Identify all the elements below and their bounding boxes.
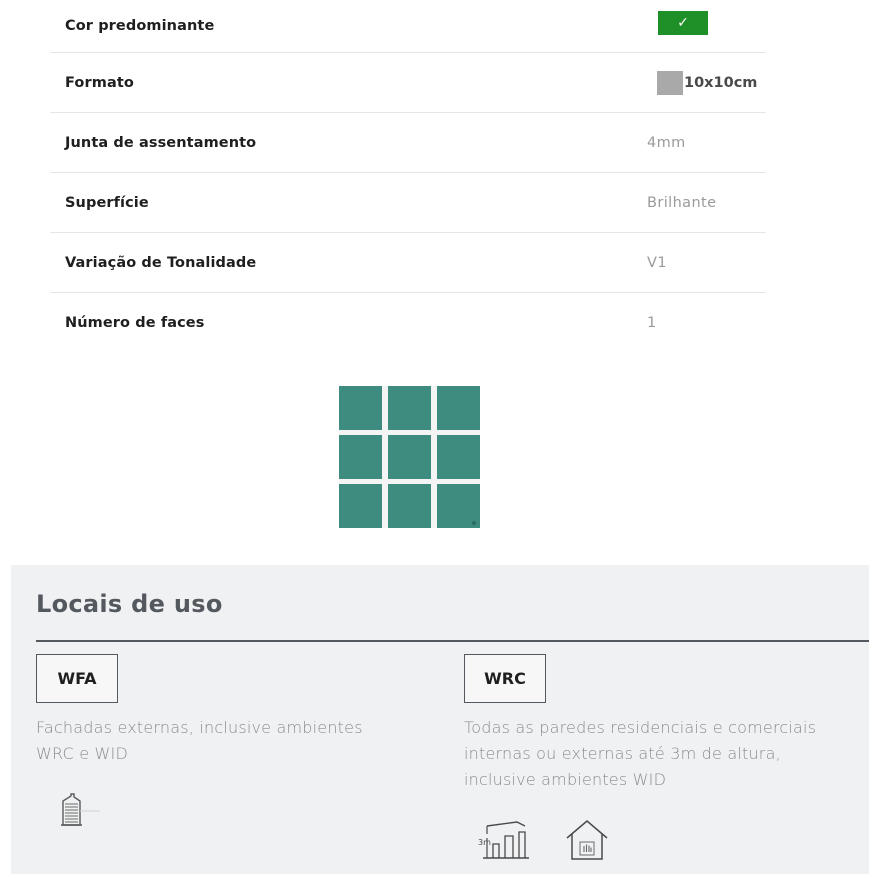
spec-label: Junta de assentamento (65, 134, 257, 151)
tile-cell (339, 484, 382, 528)
spec-value: Brilhante (647, 194, 717, 211)
tile-cell (339, 386, 382, 430)
spec-label: Formato (65, 74, 134, 91)
spec-label: Cor predominante (65, 18, 215, 34)
tile-cell (388, 484, 431, 528)
tile-cell (339, 435, 382, 479)
spec-row-superficie: Superfície Brilhante (50, 173, 766, 233)
spec-value: V1 (647, 254, 667, 271)
spec-value: 10x10cm (684, 74, 758, 91)
wall-height-label: 3m (478, 838, 491, 847)
use-code-badge-wrc: WRC (464, 654, 546, 703)
specs-table: Cor predominante ✓ Formato 10x10cm Junta… (50, 0, 766, 353)
product-tile-image (339, 386, 480, 528)
color-swatch: ✓ (658, 11, 708, 35)
spec-row-variacao: Variação de Tonalidade V1 (50, 233, 766, 293)
building-icon (61, 793, 100, 826)
use-code-badge-wfa: WFA (36, 654, 118, 703)
tile-cell (388, 435, 431, 479)
house-hand-icon (566, 820, 608, 860)
use-description-wrc: Todas as paredes residenciais e comercia… (464, 715, 869, 793)
spec-value: 4mm (647, 134, 686, 151)
tile-cell (388, 386, 431, 430)
tile-logo-mark (472, 521, 476, 525)
spec-label: Superfície (65, 194, 149, 211)
tile-cell (437, 386, 480, 430)
description-line: inclusive ambientes WID (464, 770, 667, 789)
spec-label: Variação de Tonalidade (65, 254, 257, 271)
description-line: WRC e WID (36, 744, 128, 763)
spec-row-junta: Junta de assentamento 4mm (50, 113, 766, 173)
spec-row-faces: Número de faces 1 (50, 293, 766, 353)
uses-section: Locais de uso WFA Fachadas externas, inc… (11, 565, 869, 874)
spec-row-formato: Formato 10x10cm (50, 53, 766, 113)
spec-row-cor: Cor predominante ✓ (50, 0, 766, 53)
spec-label: Número de faces (65, 315, 205, 331)
tile-cell (437, 435, 480, 479)
use-description-wfa: Fachadas externas, inclusive ambientes W… (36, 715, 446, 767)
uses-title: Locais de uso (36, 590, 223, 618)
wall-height-3m-icon: 3m (478, 821, 529, 859)
description-line: Fachadas externas, inclusive ambientes (36, 718, 363, 737)
description-line: Todas as paredes residenciais e comercia… (464, 718, 817, 737)
format-swatch (657, 70, 683, 95)
spec-value: 1 (647, 315, 657, 331)
uses-divider (36, 640, 869, 642)
description-line: internas ou externas até 3m de altura, (464, 744, 781, 763)
